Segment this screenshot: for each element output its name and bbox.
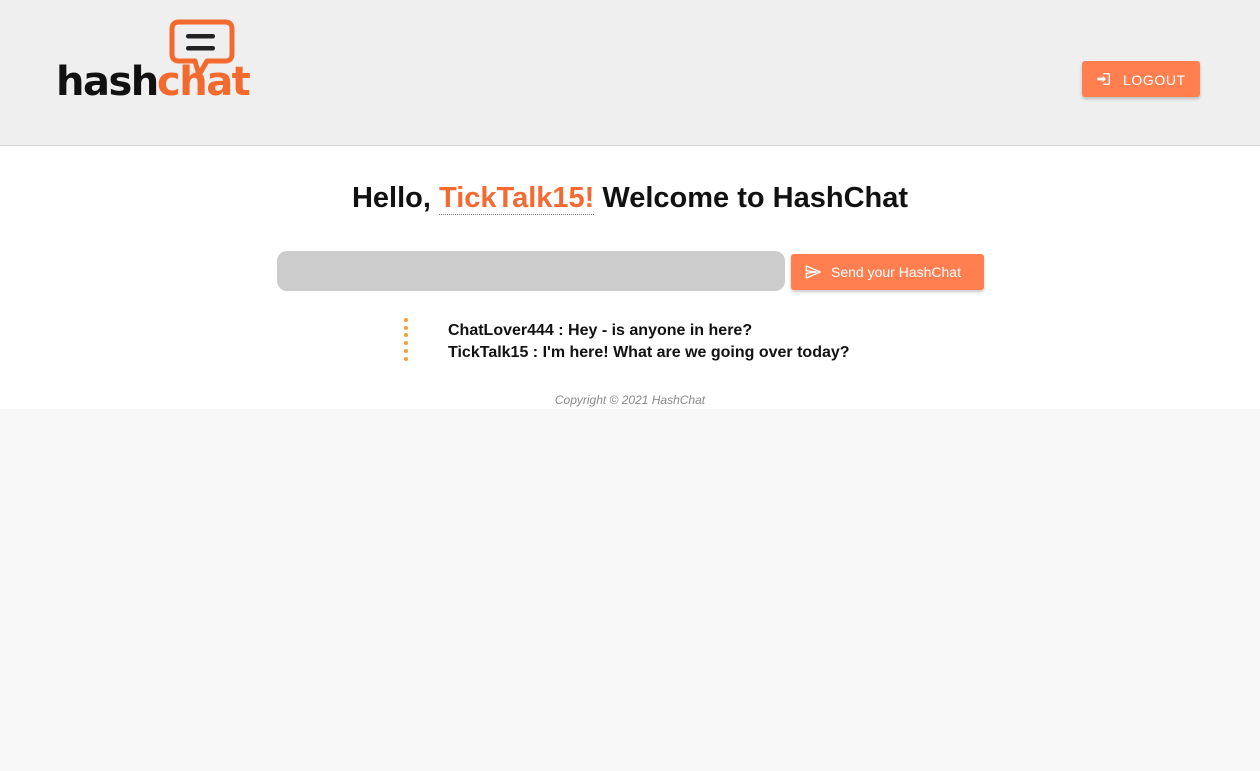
message-list: ChatLover444 : Hey - is anyone in here? … [448, 320, 1048, 364]
greeting-prefix: Hello, [351, 182, 431, 214]
logout-button[interactable]: LOGOUT [1082, 61, 1200, 97]
logo-text-chat: chat [157, 59, 251, 105]
welcome-heading: Hello, TickTalk15! Welcome to HashChat [0, 180, 1260, 216]
login-icon [1097, 73, 1110, 85]
logout-label: LOGOUT [1123, 72, 1186, 88]
greeting-suffix: Welcome to HashChat [602, 182, 909, 214]
send-label: Send your HashChat [831, 264, 961, 280]
send-icon [805, 265, 821, 279]
logo-text-hash: hash [56, 59, 159, 105]
app-header: hash chat LOGOUT [0, 0, 1260, 146]
copyright-footer: Copyright © 2021 HashChat [554, 393, 706, 407]
chat-main: Hello, TickTalk15! Welcome to HashChat S… [0, 146, 1260, 409]
message-list-dots-icon [402, 318, 410, 366]
chat-message: ChatLover444 : Hey - is anyone in here? [448, 322, 753, 339]
current-username: TickTalk15! [439, 182, 595, 215]
message-input[interactable] [277, 251, 785, 291]
hashchat-logo[interactable]: hash chat [56, 18, 261, 104]
chat-message: TickTalk15 : I'm here! What are we going… [448, 344, 850, 361]
send-hashchat-button[interactable]: Send your HashChat [791, 254, 984, 290]
